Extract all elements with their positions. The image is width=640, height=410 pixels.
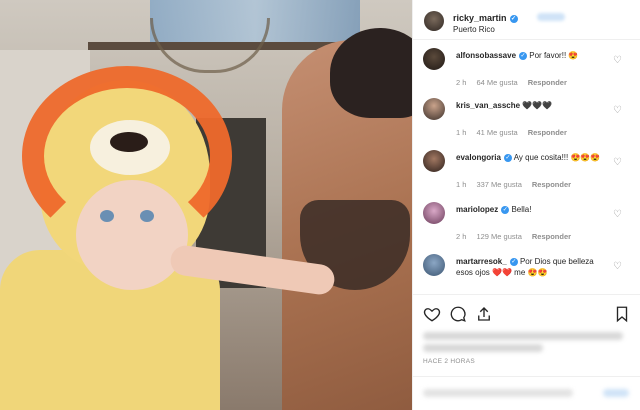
- comment-time: 2 h: [456, 232, 467, 241]
- post-timestamp: HACE 2 HORAS: [423, 358, 476, 365]
- photo-baby-face: [76, 180, 188, 290]
- commenter-avatar[interactable]: [423, 202, 445, 224]
- commenter-avatar[interactable]: [423, 254, 445, 276]
- follow-button-blurred[interactable]: [537, 13, 565, 21]
- post-photo[interactable]: [0, 0, 412, 410]
- add-comment-bar[interactable]: [413, 376, 640, 410]
- commenter-username[interactable]: mariolopez: [456, 205, 498, 214]
- author-username[interactable]: ricky_martin ✓: [453, 13, 518, 23]
- post-comment-button-blurred[interactable]: [603, 389, 629, 397]
- comment-body: Bella!: [511, 205, 532, 214]
- author-avatar[interactable]: [424, 11, 444, 31]
- likes-summary-blurred-2: [423, 344, 543, 352]
- reply-button[interactable]: Responder: [532, 232, 571, 241]
- comment-text: evalongoria ✓ Ay que cosita!!! 😍😍😍: [456, 152, 606, 163]
- comment-likes[interactable]: 41 Me gusta: [476, 128, 517, 137]
- comment-like-heart-icon[interactable]: ♡: [613, 158, 623, 168]
- comment-like-heart-icon[interactable]: ♡: [613, 106, 623, 116]
- comment-time: 2 h: [456, 78, 467, 87]
- commenter-username[interactable]: alfonsobassave: [456, 51, 516, 60]
- verified-badge-icon: ✓: [501, 205, 510, 214]
- post-sidebar: ricky_martin ✓ Puerto Rico alfonsobassave…: [412, 0, 640, 410]
- comment-item: kris_van_assche 🖤🖤🖤 1 h 41 Me gusta Respon…: [413, 92, 640, 152]
- heart-icon[interactable]: [423, 305, 441, 323]
- comment-like-heart-icon[interactable]: ♡: [613, 210, 623, 220]
- commenter-username[interactable]: evalongoria: [456, 153, 501, 162]
- comment-like-heart-icon[interactable]: ♡: [613, 56, 623, 66]
- comment-item: mariolopez ✓ Bella! 2 h 129 Me gusta Respon…: [413, 196, 640, 256]
- comment-text: martarresok_ ✓ Por Dios que belleza esos …: [456, 256, 606, 278]
- commenter-avatar[interactable]: [423, 150, 445, 172]
- comment-icon[interactable]: [449, 305, 467, 323]
- verified-badge-icon: ✓: [509, 14, 518, 23]
- verified-badge-icon: ✓: [519, 51, 528, 60]
- comment-item: evalongoria ✓ Ay que cosita!!! 😍😍😍 1 h 337…: [413, 144, 640, 204]
- comment-text: kris_van_assche 🖤🖤🖤: [456, 100, 606, 111]
- commenter-avatar[interactable]: [423, 98, 445, 120]
- commenter-username[interactable]: martarresok_: [456, 257, 507, 266]
- commenter-avatar[interactable]: [423, 48, 445, 70]
- comment-likes[interactable]: 64 Me gusta: [476, 78, 517, 87]
- comment-meta: 1 h 41 Me gusta Responder: [456, 128, 577, 137]
- reply-button[interactable]: Responder: [528, 78, 567, 87]
- post-header: ricky_martin ✓ Puerto Rico: [413, 0, 640, 40]
- reply-button[interactable]: Responder: [532, 180, 571, 189]
- comment-meta: 2 h 64 Me gusta Responder: [456, 78, 577, 87]
- commenter-username[interactable]: kris_van_assche: [456, 101, 520, 110]
- comment-like-heart-icon[interactable]: ♡: [613, 262, 623, 272]
- comment-likes[interactable]: 129 Me gusta: [476, 232, 521, 241]
- likes-summary-blurred: [423, 332, 623, 340]
- verified-badge-icon: ✓: [503, 153, 512, 162]
- comment-meta: 1 h 337 Me gusta Responder: [456, 180, 581, 189]
- comment-likes[interactable]: 337 Me gusta: [476, 180, 521, 189]
- comment-meta: 2 h 129 Me gusta Responder: [456, 232, 581, 241]
- photo-man-hair: [330, 28, 412, 118]
- verified-badge-icon: ✓: [509, 257, 518, 266]
- comment-time: 1 h: [456, 128, 467, 137]
- photo-lion-nose: [110, 132, 148, 152]
- comment-text: alfonsobassave ✓ Por favor!! 😍: [456, 50, 606, 61]
- comment-body: Ay que cosita!!! 😍😍😍: [513, 153, 601, 162]
- comment-body: Por favor!! 😍: [529, 51, 579, 60]
- photo-chandelier: [150, 18, 270, 73]
- post-location[interactable]: Puerto Rico: [453, 25, 495, 34]
- post-actions: [413, 294, 640, 332]
- comment-item: martarresok_ ✓ Por Dios que belleza esos …: [413, 248, 640, 294]
- photo-baby-left-eye: [100, 210, 114, 222]
- comment-body: 🖤🖤🖤: [522, 101, 553, 110]
- share-icon[interactable]: [475, 305, 493, 323]
- photo-baby-right-eye: [140, 210, 154, 222]
- bookmark-icon[interactable]: [613, 305, 631, 323]
- comment-time: 1 h: [456, 180, 467, 189]
- add-comment-input-blurred[interactable]: [423, 389, 573, 397]
- reply-button[interactable]: Responder: [528, 128, 567, 137]
- comment-text: mariolopez ✓ Bella!: [456, 204, 606, 215]
